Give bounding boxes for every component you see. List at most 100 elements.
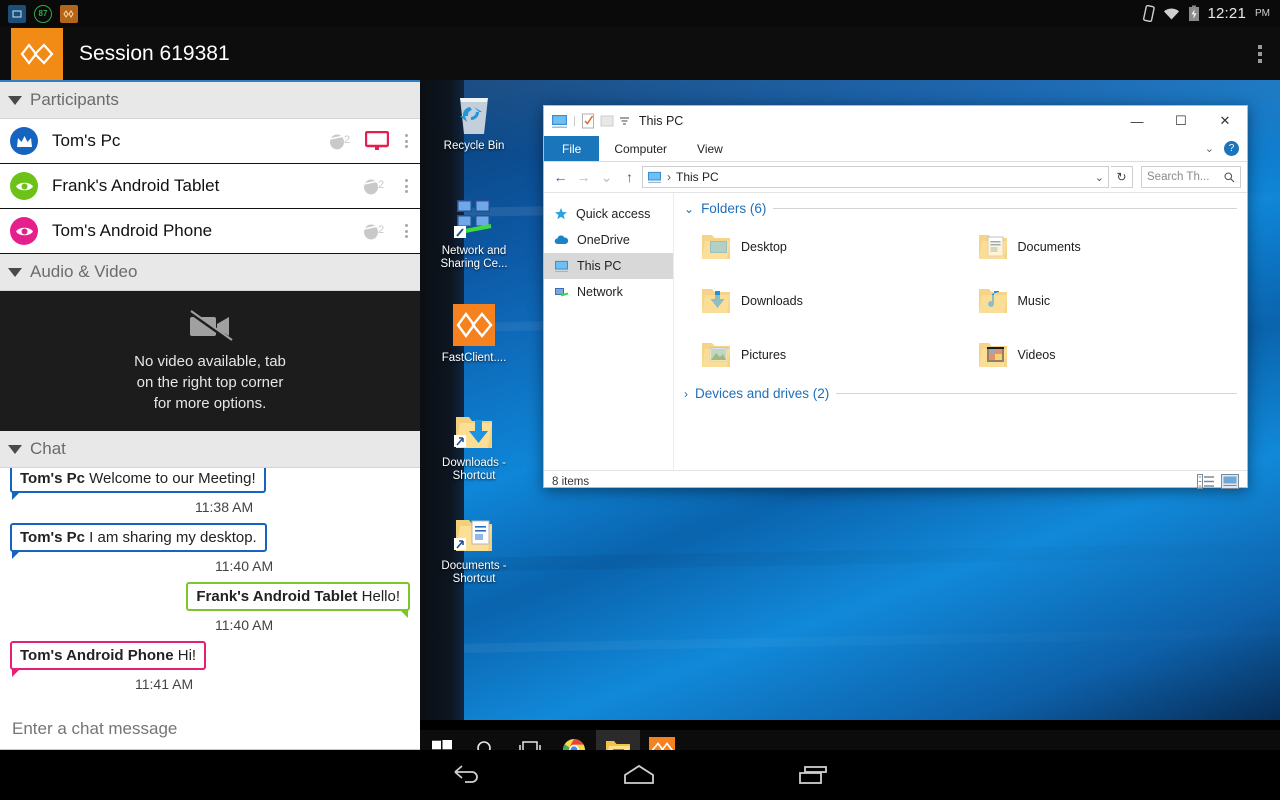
navigation-pane[interactable]: Quick access OneDrive This PC (544, 193, 674, 470)
properties-icon[interactable] (581, 113, 595, 129)
group-label: Folders (6) (701, 201, 766, 216)
desktop-icon-label: Documents - Shortcut (441, 560, 506, 585)
large-icons-view-icon[interactable] (1221, 474, 1239, 489)
address-dropdown-icon[interactable]: ⌄ (1095, 171, 1104, 184)
details-view-icon[interactable] (1197, 474, 1215, 489)
caret-down-icon (8, 268, 22, 277)
desktop-folder-icon (700, 232, 732, 262)
nav-item-quick-access[interactable]: Quick access (544, 201, 673, 227)
caret-down-icon (8, 96, 22, 105)
remote-control-mouse-icon: 2 (329, 132, 355, 150)
desktop-icon-documents-shortcut[interactable]: Documents - Shortcut (426, 508, 522, 586)
maximize-button[interactable]: ☐ (1159, 106, 1203, 136)
audio-video-header-label: Audio & Video (30, 262, 137, 282)
folder-item-music[interactable]: Music (961, 274, 1238, 328)
home-icon[interactable] (622, 764, 656, 786)
this-pc-icon (647, 171, 662, 184)
tab-file[interactable]: File (544, 136, 599, 161)
this-pc-icon[interactable] (551, 114, 568, 129)
folder-item-desktop[interactable]: Desktop (684, 220, 961, 274)
tab-computer[interactable]: Computer (599, 136, 682, 161)
participant-menu-icon[interactable] (399, 134, 414, 148)
desktop-icon-downloads-shortcut[interactable]: Downloads - Shortcut (426, 405, 522, 483)
remote-desktop-view[interactable]: Recycle Bin Network and Sharing Ce... Fa (420, 80, 1280, 720)
up-button[interactable]: ↑ (619, 166, 640, 188)
search-icon (1224, 172, 1235, 183)
refresh-button[interactable]: ↻ (1111, 166, 1133, 188)
chat-bubble: Frank's Android Tablet Hello! (186, 582, 410, 611)
message-notification-icon (8, 5, 26, 23)
tab-view[interactable]: View (682, 136, 738, 161)
folder-item-downloads[interactable]: Downloads (684, 274, 961, 328)
folder-item-videos[interactable]: Videos (961, 328, 1238, 382)
this-pc-icon (554, 260, 569, 273)
explorer-body: Quick access OneDrive This PC (544, 192, 1247, 470)
downloads-shortcut-icon (426, 405, 522, 453)
chat-author: Frank's Android Tablet (196, 588, 361, 605)
video-placeholder[interactable]: No video available, tab on the right top… (0, 291, 420, 431)
svg-text:2: 2 (378, 224, 384, 236)
video-placeholder-message: No video available, tab on the right top… (134, 351, 286, 414)
recent-locations-button[interactable]: ⌄ (596, 166, 617, 188)
overflow-menu-icon[interactable] (1258, 45, 1262, 63)
network-icon (554, 286, 569, 299)
participant-row-toms-android-phone[interactable]: Tom's Android Phone 2 (0, 209, 420, 254)
status-indicators: 12:21 PM (1143, 5, 1280, 22)
window-buttons[interactable]: — ☐ ✕ (1115, 106, 1247, 136)
group-header-folders[interactable]: ⌄ Folders (6) (684, 201, 1237, 216)
desktop-icon-network-sharing-center[interactable]: Network and Sharing Ce... (426, 193, 522, 271)
chat-text: I am sharing my desktop. (89, 529, 257, 546)
folder-item-pictures[interactable]: Pictures (684, 328, 961, 382)
recents-icon[interactable] (797, 764, 829, 786)
chat-section-header[interactable]: Chat (0, 431, 420, 468)
participants-section-header[interactable]: Participants (0, 82, 420, 119)
svg-text:2: 2 (344, 134, 350, 146)
nav-item-this-pc[interactable]: This PC (544, 253, 673, 279)
customize-dropdown-icon[interactable] (619, 115, 630, 127)
file-explorer-window[interactable]: | This PC — ☐ ✕ File Compute (543, 105, 1248, 488)
group-header-devices-and-drives[interactable]: › Devices and drives (2) (684, 386, 1237, 401)
desktop-icon-fastclient[interactable]: FastClient.... (426, 300, 522, 365)
count-notification-icon: 87 (34, 5, 52, 23)
back-button[interactable]: ← (550, 166, 571, 188)
desktop-icon-label: Network and Sharing Ce... (440, 245, 507, 270)
chat-input[interactable] (12, 719, 408, 739)
chat-bubble: Tom's Pc Welcome to our Meeting! (10, 468, 266, 493)
audio-video-section-header[interactable]: Audio & Video (0, 254, 420, 291)
wifi-icon (1162, 6, 1181, 21)
forward-button[interactable]: → (573, 166, 594, 188)
explorer-address-bar[interactable]: ← → ⌄ ↑ › This PC ⌄ ↻ Search Th... (544, 162, 1247, 192)
avatar (10, 217, 38, 245)
folder-item-documents[interactable]: Documents (961, 220, 1238, 274)
participant-row-franks-android-tablet[interactable]: Frank's Android Tablet 2 (0, 164, 420, 209)
vibrate-icon (1143, 5, 1155, 22)
quick-access-toolbar[interactable]: | (551, 113, 630, 129)
chat-input-container[interactable] (0, 708, 420, 750)
new-folder-icon[interactable] (600, 114, 614, 128)
chat-text: Hello! (362, 588, 400, 605)
nav-item-network[interactable]: Network (544, 279, 673, 305)
view-buttons[interactable] (1197, 474, 1239, 489)
screen-share-icon[interactable] (365, 131, 389, 151)
explorer-title-bar[interactable]: | This PC — ☐ ✕ (544, 106, 1247, 136)
minimize-button[interactable]: — (1115, 106, 1159, 136)
chevron-down-icon[interactable]: ⌄ (1205, 142, 1214, 155)
participant-row-toms-pc[interactable]: Tom's Pc 2 (0, 119, 420, 164)
explorer-ribbon-tabs[interactable]: File Computer View ⌄ ? (544, 136, 1247, 162)
desktop-icon-recycle-bin[interactable]: Recycle Bin (426, 88, 522, 153)
back-icon[interactable] (451, 764, 481, 786)
android-navigation-bar[interactable] (0, 750, 1280, 800)
android-status-bar: 87 12:21 PM (0, 0, 1280, 27)
breadcrumb-item-this-pc[interactable]: This PC (676, 170, 719, 184)
file-list-pane[interactable]: ⌄ Folders (6) Desktop (674, 193, 1247, 470)
breadcrumb[interactable]: › This PC ⌄ (642, 166, 1109, 188)
nav-item-onedrive[interactable]: OneDrive (544, 227, 673, 253)
participant-name: Tom's Pc (52, 131, 120, 151)
crown-icon (16, 135, 33, 148)
chat-message-list[interactable]: Tom's Pc Welcome to our Meeting! 11:38 A… (0, 468, 420, 738)
participant-menu-icon[interactable] (399, 224, 414, 238)
help-icon[interactable]: ? (1224, 141, 1239, 156)
close-button[interactable]: ✕ (1203, 106, 1247, 136)
participant-menu-icon[interactable] (399, 179, 414, 193)
search-input[interactable]: Search Th... (1141, 166, 1241, 188)
